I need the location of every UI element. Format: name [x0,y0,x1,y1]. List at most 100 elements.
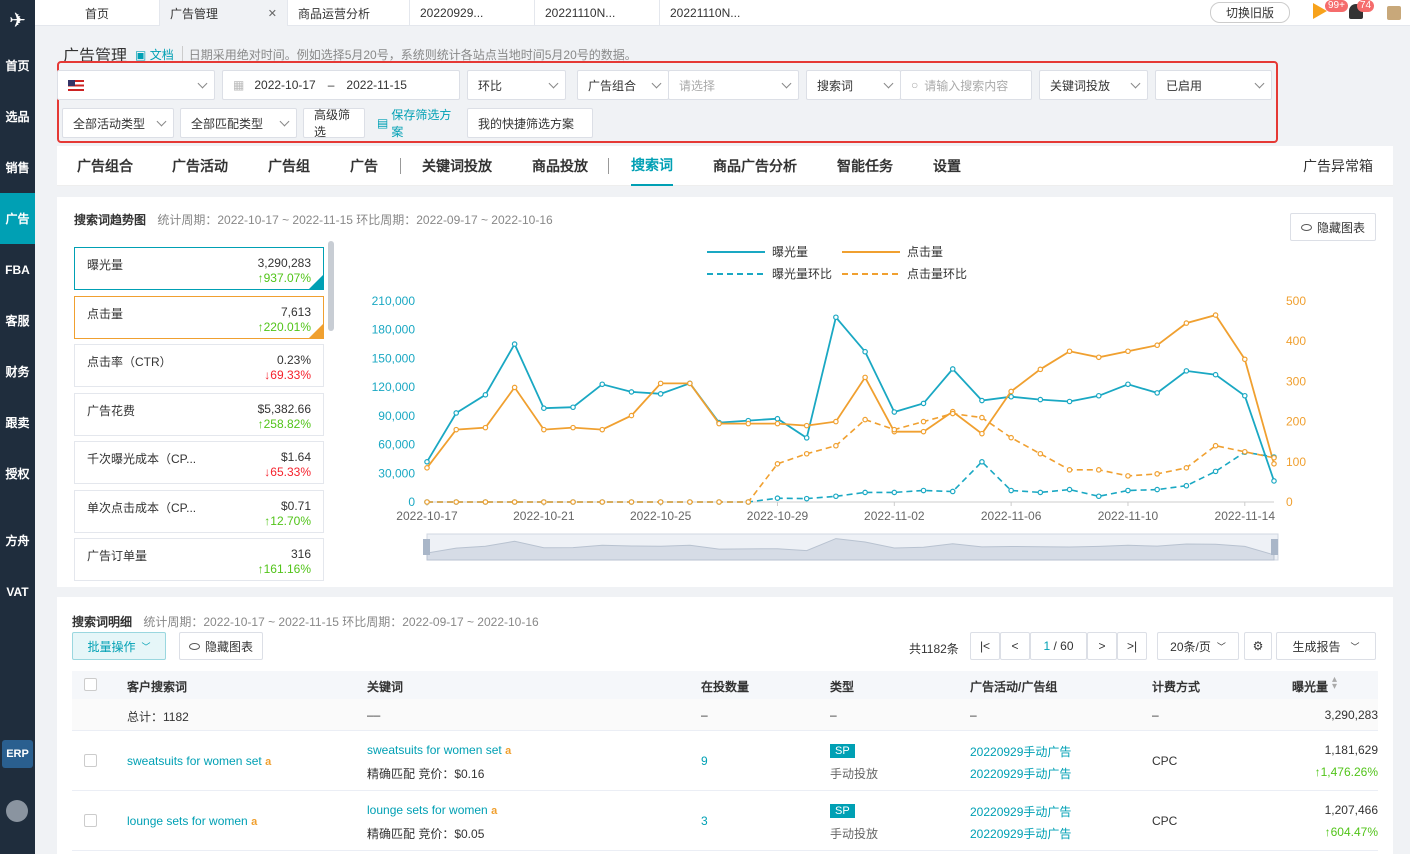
amazon-icon[interactable]: a [251,816,257,828]
tab-product-analysis[interactable]: 商品运营分析 [288,0,410,26]
module-tab-7[interactable]: 商品广告分析 [713,146,797,186]
sidebar-item-4[interactable]: FBA [0,244,35,295]
col-impressions[interactable]: 曝光量 [1292,678,1328,695]
last-page-button[interactable]: >| [1117,632,1147,660]
sidebar-item-2[interactable]: 销售 [0,142,35,193]
campaign-link[interactable]: 20220929手动广告 [970,803,1071,820]
module-tab-6[interactable]: 搜索词 [631,146,673,186]
amazon-icon[interactable]: a [491,805,497,817]
chat-icon[interactable] [6,800,28,822]
my-plans-button[interactable]: 我的快捷筛选方案 [467,108,593,138]
col-type[interactable]: 类型 [830,678,854,695]
metrics-scrollbar[interactable] [328,241,334,331]
data-point [979,414,985,421]
module-tab-3[interactable]: 广告 [350,146,378,186]
prev-page-button[interactable]: < [1000,632,1030,660]
close-icon[interactable]: ✕ [268,7,277,20]
keyword-type-select[interactable]: 关键词投放 [1039,70,1148,100]
search-type-value: 搜索词 [817,78,854,93]
tab-campaign-1[interactable]: 20220929... [410,0,535,26]
row-checkbox[interactable] [84,754,97,767]
metric-card[interactable]: 单次点击成本（CP... $0.71 ↑12.70% [74,489,324,533]
marketplace-select[interactable] [57,70,215,100]
col-campaign[interactable]: 广告活动/广告组 [970,678,1057,695]
doc-link[interactable]: ▣ 文档 [135,46,174,63]
keyword-link[interactable]: sweatsuits for women set a [367,743,511,757]
row-checkbox[interactable] [84,814,97,827]
module-tab-4[interactable]: 关键词投放 [422,146,492,186]
status-select[interactable]: 已启用 [1155,70,1272,100]
col-term[interactable]: 客户搜索词 [127,678,187,695]
sidebar-item-6[interactable]: 财务 [0,346,35,397]
ad-group-link[interactable]: 20220929手动广告 [970,825,1071,842]
sort-icon[interactable]: ▴ ▾ [1332,675,1337,692]
date-range-picker[interactable]: ▦ 2022-10-17 – 2022-11-15 [222,70,460,100]
metric-card[interactable]: 点击量 7,613 ↑220.01% [74,295,324,339]
sidebar-item-3[interactable]: 广告 [0,193,35,244]
module-tab-5[interactable]: 商品投放 [532,146,588,186]
metric-card[interactable]: 点击率（CTR） 0.23% ↓69.33% [74,344,324,387]
save-plan-button[interactable]: ▤ 保存筛选方案 [367,108,467,139]
data-point [1183,368,1190,374]
tab-campaign-3[interactable]: 20221110N... [660,0,785,26]
col-count[interactable]: 在投数量 [701,678,749,695]
tab-home[interactable]: 首页 [35,0,160,26]
tab-ad-management[interactable]: 广告管理 ✕ [160,0,288,26]
sidebar-item-0[interactable]: 首页 [0,40,35,91]
match-type-select[interactable]: 全部匹配类型 [180,108,297,138]
group-select[interactable]: 请选择 [668,70,799,100]
campaign-link[interactable]: 20220929手动广告 [970,743,1071,760]
sidebar-item-1[interactable]: 选品 [0,91,35,142]
search-term-link[interactable]: sweatsuits for women set a [127,754,271,768]
logo-icon[interactable]: ✈ [0,0,35,40]
module-tab-2[interactable]: 广告组 [268,146,310,186]
activity-type-select[interactable]: 全部活动类型 [62,108,174,138]
tab-campaign-2[interactable]: 20221110N... [535,0,660,26]
amazon-icon[interactable]: a [265,756,271,768]
compare-select[interactable]: 环比 [467,70,566,100]
keyword-link[interactable]: lounge sets for women a [367,803,497,817]
page-size-select[interactable]: 20条/页 ﹀ [1157,632,1239,660]
active-count-link[interactable]: 3 [701,814,708,828]
ad-anomaly-box[interactable]: 广告异常箱 [1303,146,1373,186]
page-input[interactable]: 1 / 60 [1030,632,1087,660]
search-input[interactable]: ○ 请输入搜索内容 [900,70,1032,100]
sp-badge: SP [830,744,855,758]
bulk-action-button[interactable]: 批量操作 ﹀ [72,632,166,660]
metric-card[interactable]: 千次曝光成本（CP... $1.64 ↓65.33% [74,441,324,484]
module-tab-9[interactable]: 设置 [933,146,961,186]
amazon-icon[interactable]: a [505,745,511,757]
sidebar-item-7[interactable]: 跟卖 [0,397,35,448]
hide-detail-chart-button[interactable]: 隐藏图表 [179,632,263,660]
sidebar-item-9[interactable]: 方舟 [0,515,35,566]
generate-report-button[interactable]: 生成报告 ﹀ [1276,632,1376,660]
switch-old-button[interactable]: 切换旧版 [1210,2,1290,23]
gear-icon[interactable]: ⚙ [1244,632,1272,660]
module-tab-8[interactable]: 智能任务 [837,146,893,186]
advanced-filter-button[interactable]: 高级筛选 [303,108,365,139]
active-count-link[interactable]: 9 [701,754,708,768]
next-page-button[interactable]: > [1087,632,1117,660]
erp-button[interactable]: ERP [2,740,33,768]
col-billing[interactable]: 计费方式 [1152,678,1200,695]
sidebar-item-5[interactable]: 客服 [0,295,35,346]
y-right-tick: 100 [1286,455,1306,469]
search-type-select[interactable]: 搜索词 [806,70,901,100]
avatar[interactable] [1387,6,1401,20]
col-keyword[interactable]: 关键词 [367,678,403,695]
metric-card[interactable]: 曝光量 3,290,283 ↑937.07% [74,247,324,290]
sidebar-item-8[interactable]: 授权 [0,448,35,499]
search-term-link[interactable]: lounge sets for women a [127,814,257,828]
module-tab-0[interactable]: 广告组合 [77,146,133,186]
zoom-handle-right [1271,539,1278,555]
module-tab-1[interactable]: 广告活动 [172,146,228,186]
first-page-button[interactable]: |< [970,632,1000,660]
ad-group-link[interactable]: 20220929手动广告 [970,765,1071,782]
metric-card[interactable]: 广告花费 $5,382.66 ↑258.82% [74,392,324,436]
group-type-select[interactable]: 广告组合 [577,70,669,100]
metric-card[interactable]: 广告订单量 316 ↑161.16% [74,538,324,581]
select-all-checkbox[interactable] [84,678,97,691]
search-placeholder: 请输入搜索内容 [924,78,1009,93]
type-tag: SP [830,743,855,758]
sidebar-item-10[interactable]: VAT [0,566,35,617]
